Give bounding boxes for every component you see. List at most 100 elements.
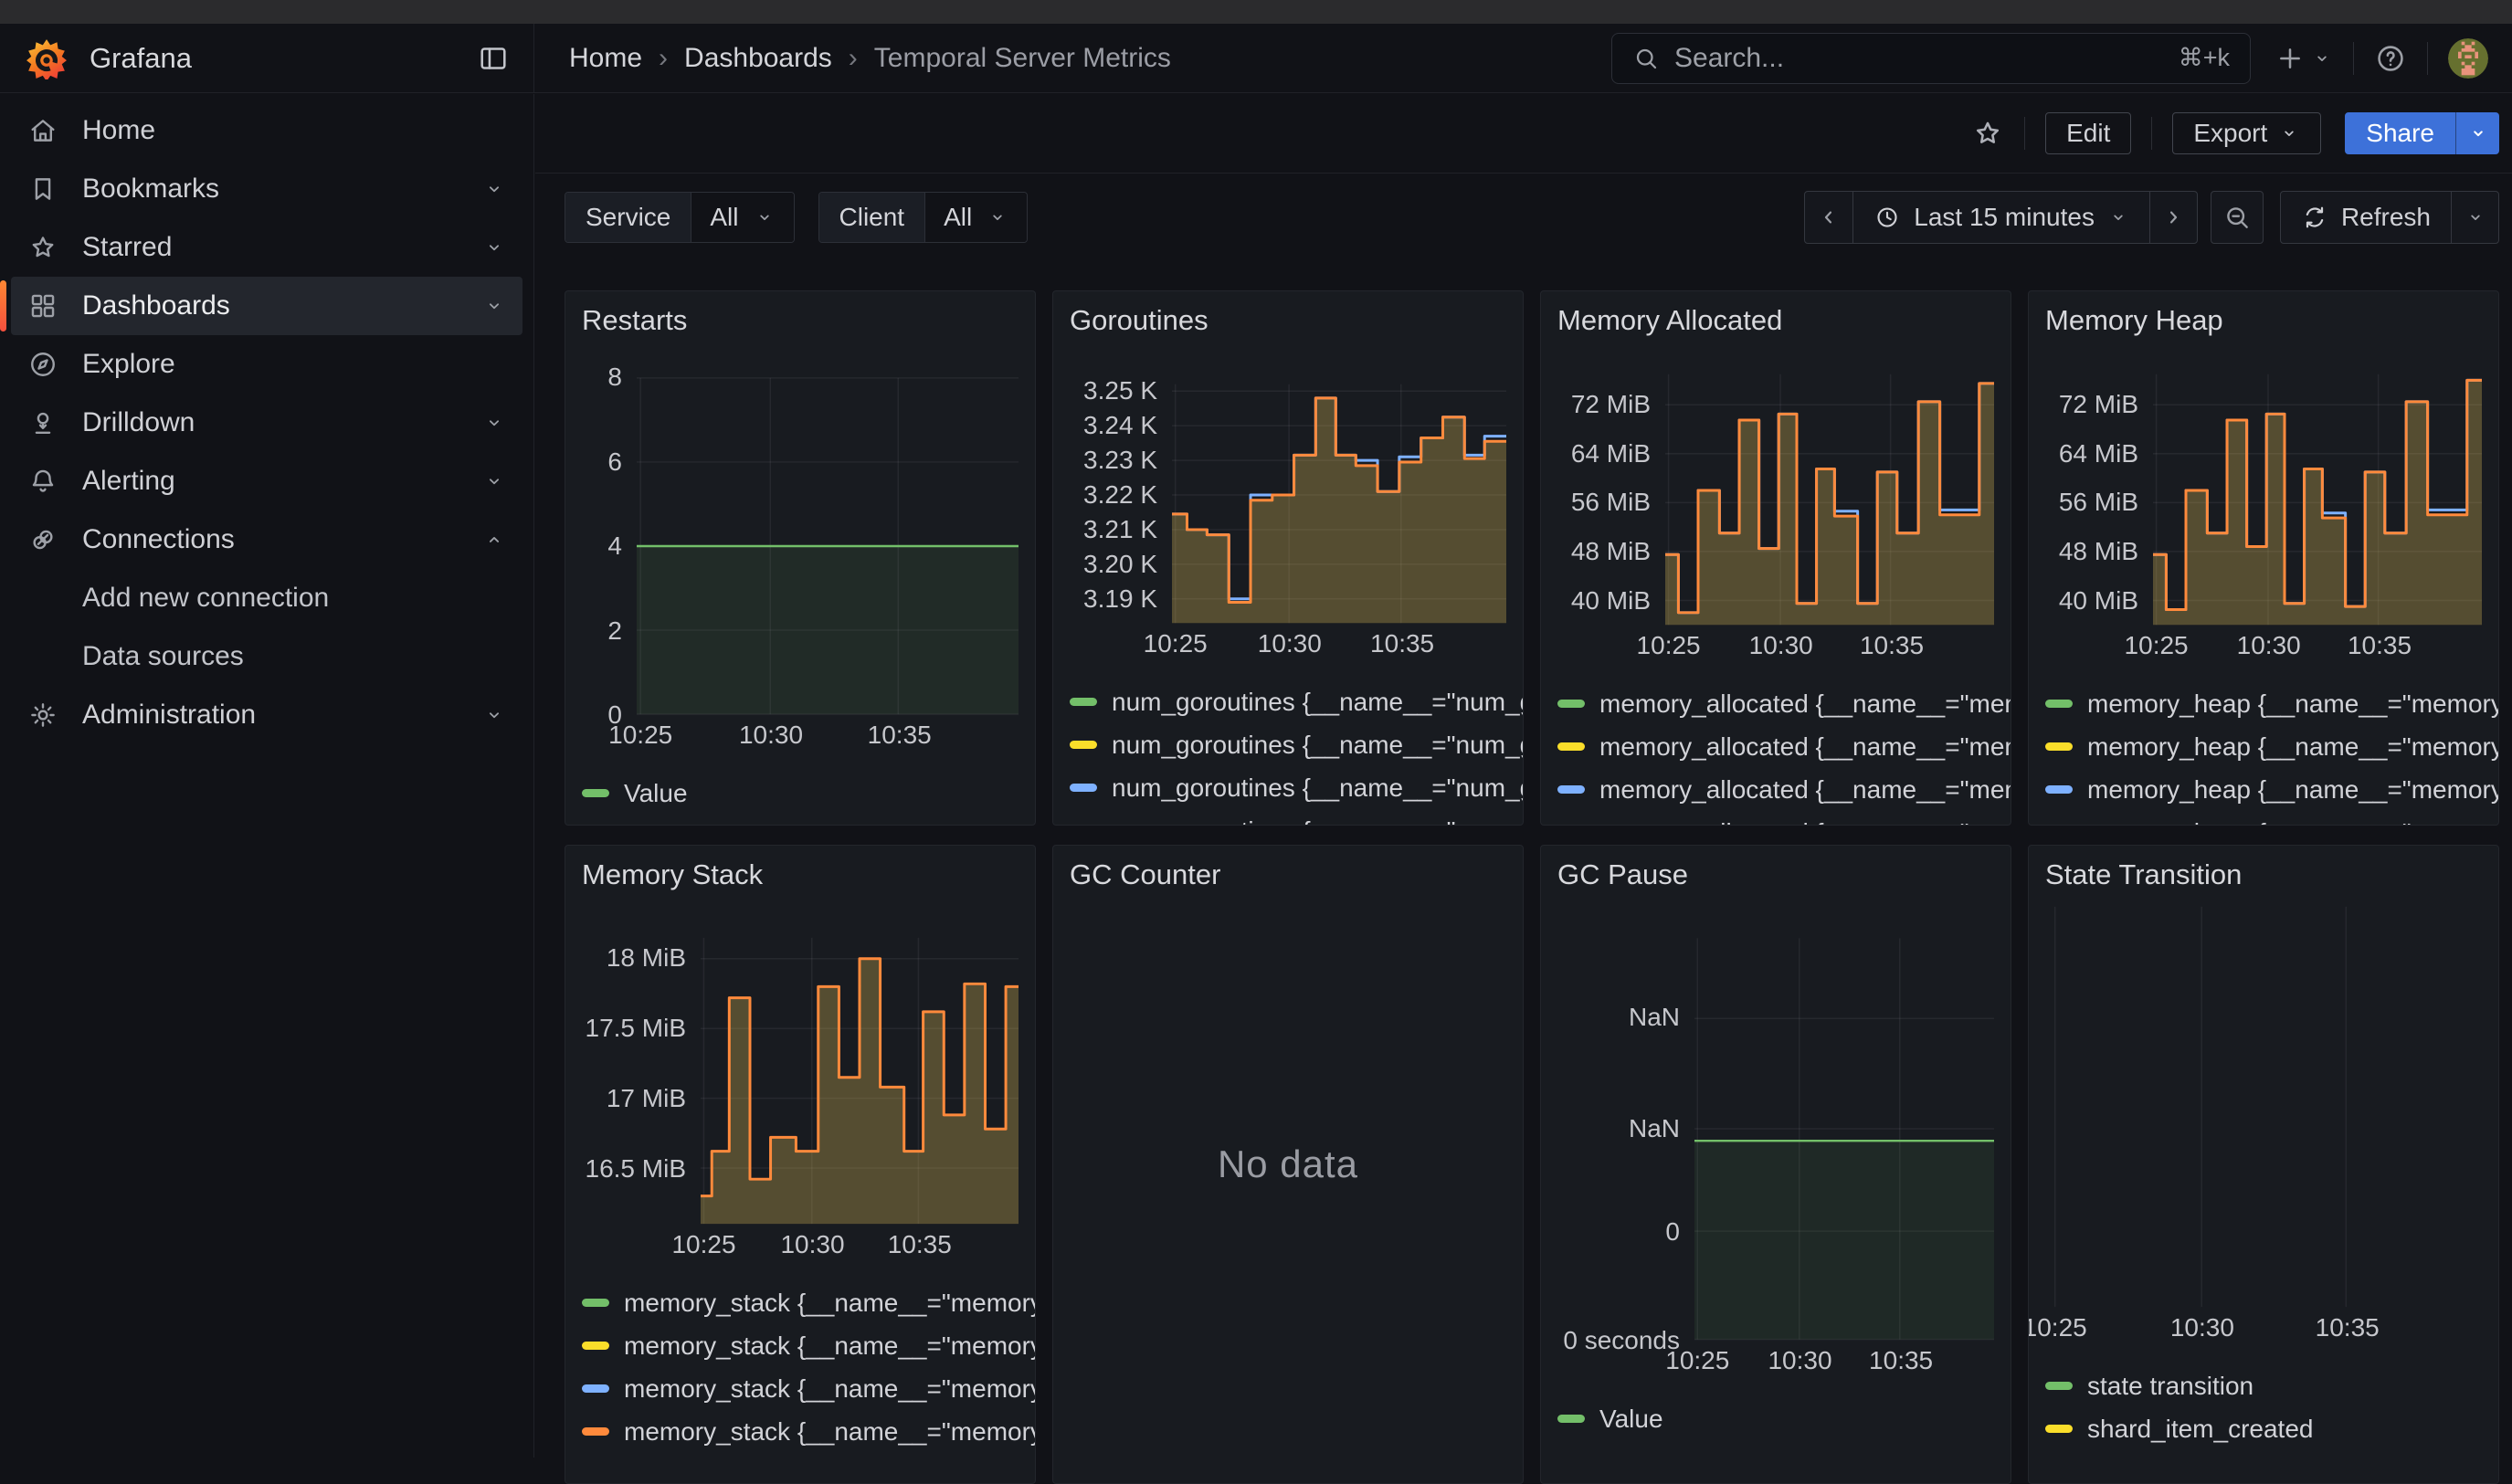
legend-item[interactable]: memory_stack {__name__="memory_s [582,1410,1019,1453]
panel-title-memory_stack[interactable]: Memory Stack [582,846,1019,891]
x-axis: 10:2510:3010:35 [2045,629,2482,660]
breadcrumb-item-dashboards[interactable]: Dashboards [684,43,832,74]
legend-item[interactable]: Value [582,772,1019,815]
legend-item[interactable]: memory_stack {__name__="memory_s [582,1367,1019,1410]
chart-restarts[interactable]: 86420 [582,377,1019,715]
sidebar-item-connections[interactable]: Connections [0,510,533,569]
panel-title-state_transition[interactable]: State Transition [2045,846,2482,891]
legend-item[interactable]: memory_allocated {__name__="memo [1557,768,1994,811]
legend-item[interactable]: memory_heap {__name__="memory_h [2045,811,2482,826]
legend-label: memory_allocated {__name__="memo [1599,732,2011,762]
share-dropdown-button[interactable] [2455,112,2499,154]
time-range-picker[interactable]: Last 15 minutes [1852,192,2149,243]
help-button[interactable] [2374,42,2407,75]
legend-item[interactable]: num_goroutines {__name__="num_go [1070,766,1506,809]
refresh-button[interactable]: Refresh [2281,192,2451,243]
sidebar-item-label: Data sources [82,641,244,672]
plot-area[interactable] [1665,374,1994,626]
breadcrumb-item-home[interactable]: Home [569,43,642,74]
panel-title-memory_allocated[interactable]: Memory Allocated [1557,291,1994,337]
y-axis-label: 72 MiB [2059,391,2138,418]
plot-area[interactable] [637,377,1019,715]
time-shift-back-button[interactable] [1805,192,1852,243]
grafana-logo-icon[interactable] [26,37,68,79]
plot-area[interactable] [2153,374,2482,626]
sidebar-item-data-sources[interactable]: Data sources [0,627,533,686]
legend-item[interactable]: memory_stack {__name__="memory_s [582,1281,1019,1324]
chevron-down-icon [2107,206,2129,228]
plot-area[interactable] [1694,937,1994,1341]
search-placeholder: Search... [1674,43,1784,74]
favorite-star-icon[interactable] [1971,117,2004,150]
sidebar-item-starred[interactable]: Starred [0,218,533,277]
sidebar-item-drilldown[interactable]: Drilldown [0,394,533,452]
sidebar-item-home[interactable]: Home [0,101,533,160]
panel-title-restarts[interactable]: Restarts [582,291,1019,337]
chevron-down-icon [2311,47,2333,69]
sidebar-item-administration[interactable]: Administration [0,686,533,744]
legend-swatch-icon [1070,741,1097,749]
share-button-label: Share [2366,119,2434,148]
legend-item[interactable]: memory_heap {__name__="memory_h [2045,725,2482,768]
legend-item[interactable]: memory_allocated {__name__="memo [1557,725,1994,768]
time-shift-forward-button[interactable] [2149,192,2197,243]
legend-item[interactable]: memory_heap {__name__="memory_h [2045,768,2482,811]
plot-area[interactable] [1172,384,1506,624]
zoom-out-button[interactable] [2211,191,2264,244]
chart-gc_pause[interactable]: NaNNaN00 seconds [1557,937,1994,1341]
search-input[interactable]: Search... ⌘+k [1611,33,2251,84]
legend: num_goroutines {__name__="num_gonum_goro… [1070,680,1506,826]
refresh-interval-button[interactable] [2451,192,2498,243]
legend-item[interactable]: num_goroutines {__name__="num_go [1070,680,1506,723]
share-button[interactable]: Share [2345,112,2455,154]
chart-memory_allocated[interactable]: 72 MiB64 MiB56 MiB48 MiB40 MiB [1557,374,1994,626]
x-axis-label: 10:25 [1665,1346,1729,1375]
dashboard-controls: Service All Client All Las [565,191,2499,244]
sidebar-item-bookmarks[interactable]: Bookmarks [0,160,533,218]
sidebar-item-explore[interactable]: Explore [0,335,533,394]
client-filter-value[interactable]: All [925,193,1027,242]
x-axis-label: 10:30 [2237,631,2301,660]
plot-area[interactable] [2051,906,2482,1308]
y-axis: 18 MiB17.5 MiB17 MiB16.5 MiB [582,937,701,1225]
chart-memory_stack[interactable]: 18 MiB17.5 MiB17 MiB16.5 MiB [582,937,1019,1225]
y-axis: 3.25 K3.24 K3.23 K3.22 K3.21 K3.20 K3.19… [1070,384,1172,624]
plot-area[interactable] [701,937,1019,1225]
chart-memory_heap[interactable]: 72 MiB64 MiB56 MiB48 MiB40 MiB [2045,374,2482,626]
topbar: Grafana Home›Dashboards›Temporal Server … [0,24,2512,93]
chart-state_transition[interactable] [2045,906,2482,1308]
x-axis-label: 10:30 [1258,629,1322,658]
add-button[interactable] [2275,43,2333,74]
edit-button[interactable]: Edit [2045,112,2131,154]
legend-item[interactable]: num_goroutines {__name__="num_go [1070,809,1506,826]
avatar[interactable] [2448,38,2488,79]
sidebar-item-alerting[interactable]: Alerting [0,452,533,510]
chevron-down-icon [2465,206,2486,228]
chart-goroutines[interactable]: 3.25 K3.24 K3.23 K3.22 K3.21 K3.20 K3.19… [1070,384,1506,624]
x-axis: 10:2510:3010:35 [582,719,1019,750]
legend-item[interactable]: memory_allocated {__name__="memo [1557,811,1994,826]
window-titlebar-strip [0,0,2512,24]
legend-item[interactable]: memory_heap {__name__="memory_h [2045,682,2482,725]
panel-title-memory_heap[interactable]: Memory Heap [2045,291,2482,337]
x-axis-label: 10:35 [2348,631,2412,660]
panel-title-goroutines[interactable]: Goroutines [1070,291,1506,337]
sidebar-item-dashboards[interactable]: Dashboards [11,277,522,335]
legend-label: memory_heap {__name__="memory_h [2087,689,2499,719]
legend-item[interactable]: num_goroutines {__name__="num_go [1070,723,1506,766]
legend-label: num_goroutines {__name__="num_go [1112,688,1524,717]
panel-title-gc_pause[interactable]: GC Pause [1557,846,1994,891]
legend-item[interactable]: memory_allocated {__name__="memo [1557,682,1994,725]
breadcrumb-item-temporal-server-metrics[interactable]: Temporal Server Metrics [874,43,1171,74]
sidebar-item-label: Home [82,115,155,146]
legend-item[interactable]: state transition [2045,1364,2482,1407]
service-filter-value[interactable]: All [691,193,793,242]
sidebar-toggle-icon[interactable] [477,42,510,75]
legend-item[interactable]: shard_item_created [2045,1407,2482,1450]
legend-item[interactable]: memory_stack {__name__="memory_s [582,1324,1019,1367]
legend-item[interactable]: Value [1557,1397,1994,1440]
export-button[interactable]: Export [2172,112,2321,154]
sidebar-item-add-new-connection[interactable]: Add new connection [0,569,533,627]
sidebar-item-label: Bookmarks [82,174,219,205]
x-axis-label: 10:25 [2028,1313,2087,1342]
